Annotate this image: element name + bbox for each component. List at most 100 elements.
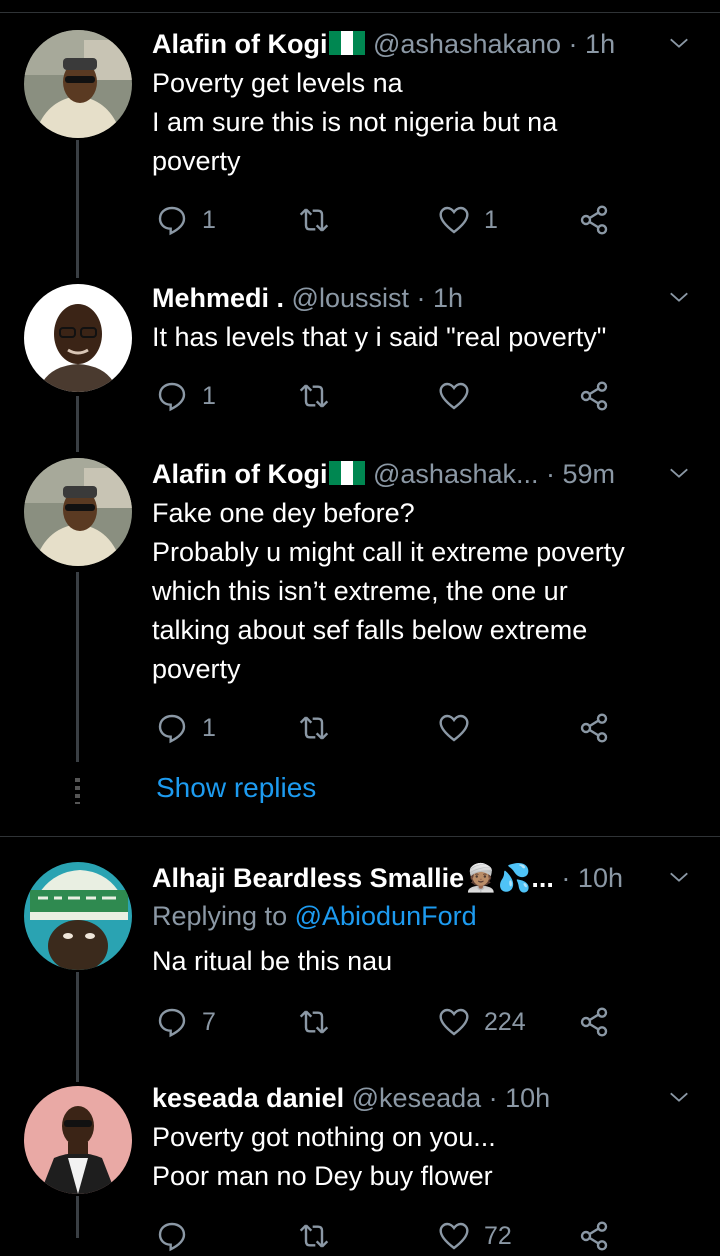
heart-icon [439,382,469,410]
separator: · [538,459,563,489]
handle[interactable]: @loussist [292,283,409,313]
tweet-text: Fake one dey before? Probably u might ca… [152,494,702,689]
tweet-text-line: Poverty get levels na [152,68,403,98]
retweet-icon [299,384,329,408]
replying-to-label: Replying to [152,901,295,931]
like-button[interactable]: 72 [438,1216,512,1256]
heart-icon [439,714,469,742]
show-replies-link[interactable]: Show replies [156,772,316,804]
heart-icon [439,206,469,234]
tweet-text-line: poverty [152,146,241,176]
chevron-down-icon[interactable] [668,462,690,484]
reply-icon [158,206,186,236]
reply-icon [158,1222,186,1252]
share-icon [580,713,608,743]
handle[interactable]: @ashashakano [373,29,561,59]
tweet[interactable]: Alhaji Beardless Smallie👳🏽💦... · 10h Rep… [152,860,702,1038]
like-count: 224 [484,1007,526,1036]
tweet-header: Alhaji Beardless Smallie👳🏽💦... · 10h [152,860,702,896]
display-name[interactable]: keseada daniel [152,1083,344,1113]
reply-button[interactable]: 7 [156,1002,216,1042]
thread-divider [0,836,720,837]
retweet-icon [299,1010,329,1034]
reply-icon [158,714,186,744]
like-button[interactable]: 1 [438,200,498,240]
share-icon [580,381,608,411]
chevron-down-icon[interactable] [668,286,690,308]
reply-button[interactable]: 1 [156,376,216,416]
retweet-button[interactable] [298,1002,330,1042]
display-name[interactable]: Alafin of Kogi [152,459,327,489]
share-button[interactable] [578,376,610,416]
retweet-button[interactable] [298,200,330,240]
tweet-actions: 1 [152,708,632,748]
tweet[interactable]: Alafin of Kogi @ashashakano · 1h Poverty… [152,26,702,236]
tweet[interactable]: Mehmedi . @loussist · 1h It has levels t… [152,280,702,412]
tweet-text-line: which this isn’t extreme, the one ur [152,576,568,606]
like-count: 72 [484,1221,512,1250]
retweet-button[interactable] [298,1216,330,1256]
separator: · [561,29,586,59]
retweet-button[interactable] [298,376,330,416]
display-name[interactable]: Mehmedi . [152,283,284,313]
avatar[interactable] [24,458,132,566]
share-icon [580,1221,608,1251]
like-button[interactable]: 224 [438,1002,526,1042]
tweet-actions: 1 [152,376,632,416]
timestamp[interactable]: 1h [585,29,615,59]
share-icon [580,1007,608,1037]
tweet-header: Mehmedi . @loussist · 1h [152,280,702,316]
tweet-header: Alafin of Kogi @ashashakano · 1h [152,26,702,62]
retweet-icon [299,208,329,232]
thread-line [76,1196,79,1238]
avatar[interactable] [24,1086,132,1194]
more-replies-dots [75,778,80,804]
timestamp[interactable]: 10h [578,863,623,893]
share-icon [580,205,608,235]
separator: · [409,283,433,313]
display-name[interactable]: Alafin of Kogi [152,29,327,59]
avatar[interactable] [24,30,132,138]
reply-count: 7 [202,1007,216,1036]
share-button[interactable] [578,708,610,748]
share-button[interactable] [578,1216,610,1256]
tweet-actions: 7 224 [152,1002,632,1042]
like-button[interactable] [438,708,470,748]
reply-count: 1 [202,205,216,234]
thread-line [76,396,79,452]
reply-button[interactable] [156,1216,188,1256]
avatar[interactable] [24,862,132,970]
avatar[interactable] [24,284,132,392]
like-button[interactable] [438,376,470,416]
tweet[interactable]: Alafin of Kogi @ashashak... · 59m Fake o… [152,456,702,744]
display-name[interactable]: Alhaji Beardless Smallie [152,863,464,893]
handle[interactable]: @ashashak... [373,459,539,489]
timestamp[interactable]: 59m [563,459,616,489]
like-count: 1 [484,205,498,234]
replying-to-mention[interactable]: @AbiodunFord [295,901,477,931]
share-button[interactable] [578,1002,610,1042]
reply-button[interactable]: 1 [156,708,216,748]
tweet-text: Poverty got nothing on you... Poor man n… [152,1118,702,1196]
reply-count: 1 [202,713,216,742]
tweet-text: Na ritual be this nau [152,942,702,981]
share-button[interactable] [578,200,610,240]
timestamp[interactable]: 10h [505,1083,550,1113]
thread-line [76,140,79,278]
heart-icon [439,1222,469,1250]
tweet-header: keseada daniel @keseada · 10h [152,1080,702,1116]
retweet-button[interactable] [298,708,330,748]
handle[interactable]: @keseada [352,1083,482,1113]
name-emoji: 👳🏽💦... [464,863,554,893]
nigeria-flag-icon [329,31,366,55]
chevron-down-icon[interactable] [668,1086,690,1108]
chevron-down-icon[interactable] [668,866,690,888]
timestamp[interactable]: 1h [433,283,463,313]
thread-line [76,572,79,762]
tweet-text-line: Probably u might call it extreme poverty [152,537,625,567]
tweet[interactable]: keseada daniel @keseada · 10h Poverty go… [152,1080,702,1252]
chevron-down-icon[interactable] [668,32,690,54]
separator: · [561,863,578,893]
reply-button[interactable]: 1 [156,200,216,240]
tweet-text-line: poverty [152,654,241,684]
